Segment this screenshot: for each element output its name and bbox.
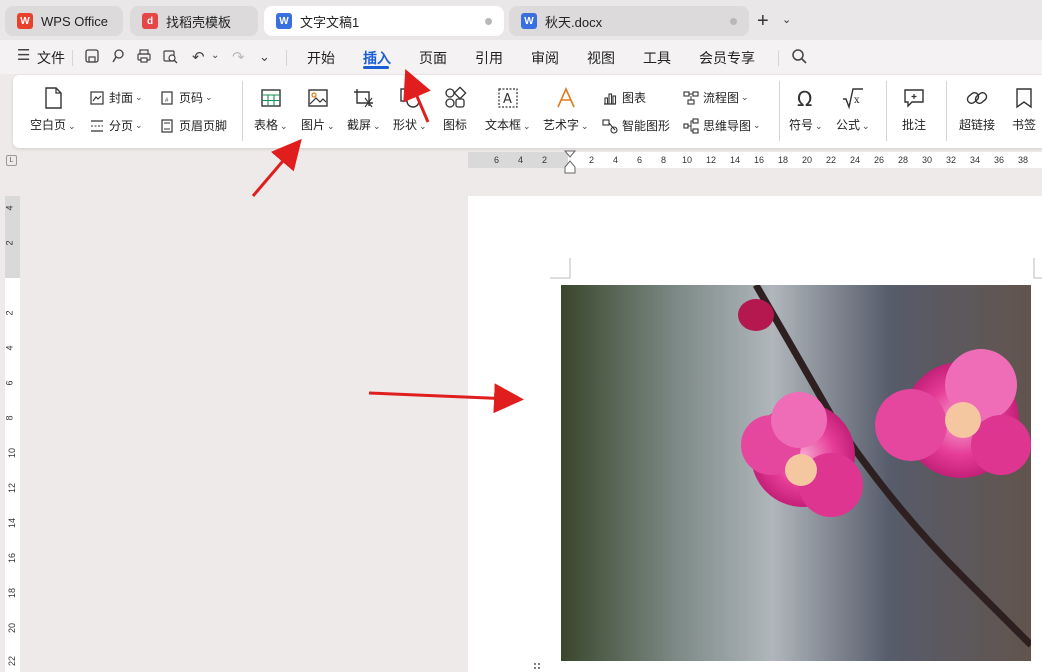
arrow-to-insert-tab <box>403 68 431 123</box>
arrow-to-picture <box>368 383 524 414</box>
annotation-arrows <box>251 68 524 414</box>
arrow-to-picture-button <box>251 138 302 197</box>
